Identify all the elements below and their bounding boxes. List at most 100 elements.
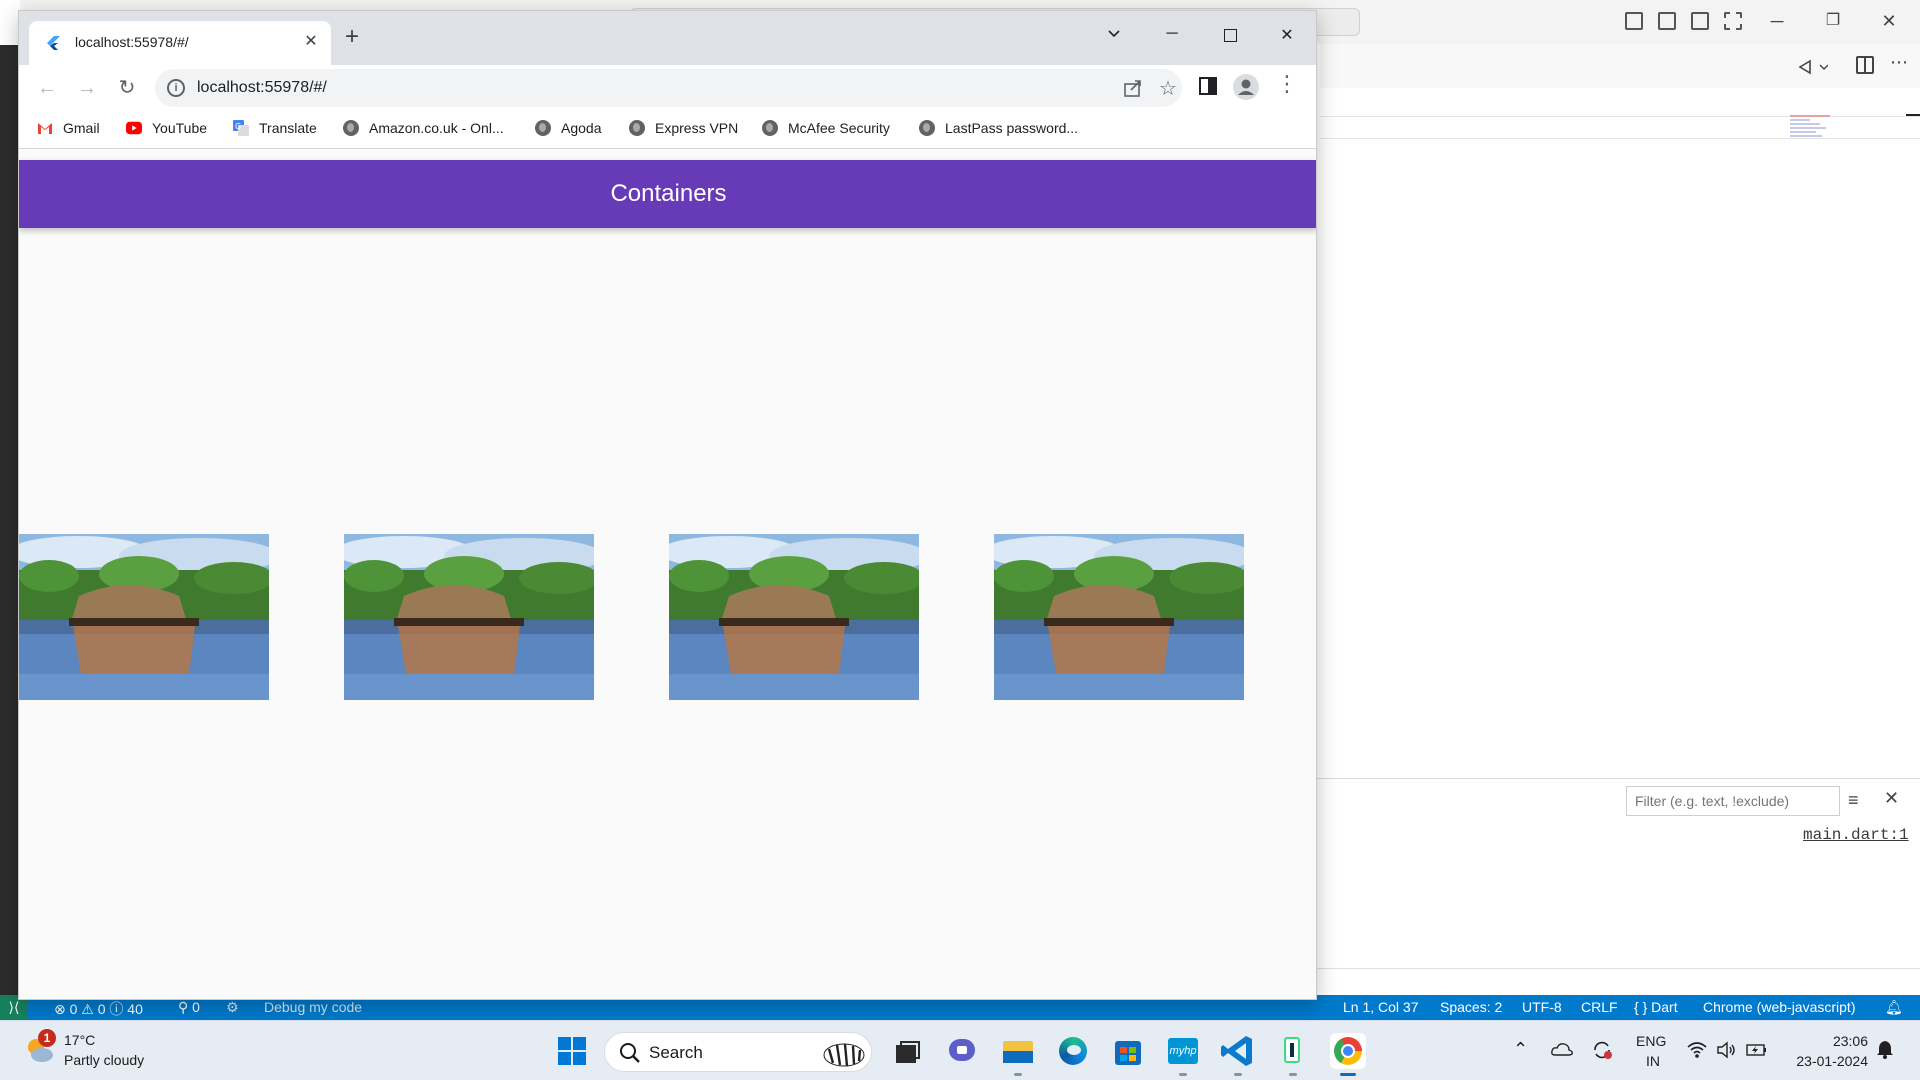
volume-icon[interactable] <box>1716 1041 1738 1059</box>
myhp-icon[interactable]: myhp <box>1165 1033 1201 1069</box>
vscode-restore-icon[interactable]: ❐ <box>1821 10 1845 32</box>
tab-title: localhost:55978/#/ <box>75 34 189 50</box>
reload-icon[interactable]: ↻ <box>115 77 139 101</box>
youtube-icon <box>126 121 142 135</box>
output-source-link[interactable]: main.dart:1 <box>1803 826 1909 844</box>
taskbar-search-box[interactable]: Search <box>604 1032 872 1072</box>
houseboat-photo-4 <box>994 534 1244 700</box>
file-explorer-icon[interactable] <box>1000 1033 1036 1069</box>
houseboat-image-1 <box>19 534 269 700</box>
input-language[interactable]: ENG <box>1636 1033 1666 1049</box>
vscode-activity-bar <box>0 0 20 1000</box>
notification-center-icon[interactable] <box>1876 1039 1894 1059</box>
side-panel-icon[interactable] <box>1199 77 1217 95</box>
chrome-minimize-icon[interactable]: ─ <box>1157 25 1187 49</box>
battery-charging-icon[interactable] <box>1746 1042 1768 1058</box>
houseboat-photo-1 <box>19 534 269 700</box>
split-editor-icon[interactable] <box>1856 56 1874 74</box>
windows-taskbar: 1 17°C Partly cloudy Search myhp ⌃ ENG I… <box>0 1020 1920 1080</box>
onedrive-icon[interactable] <box>1551 1041 1573 1057</box>
bookmark-youtube[interactable]: YouTube <box>126 120 207 136</box>
weather-temperature[interactable]: 17°C <box>64 1032 95 1048</box>
chrome-window: localhost:55978/#/ ✕ + ─ ✕ ← → ↻ i local… <box>18 10 1317 1000</box>
status-debug-session[interactable]: Debug my code <box>264 999 362 1015</box>
houseboat-image-2 <box>344 534 594 700</box>
microsoft-store-icon[interactable] <box>1110 1033 1146 1069</box>
bookmark-gmail[interactable]: Gmail <box>37 120 100 136</box>
chrome-close-icon[interactable]: ✕ <box>1272 25 1302 49</box>
site-info-icon[interactable]: i <box>167 79 185 97</box>
output-filter-input[interactable] <box>1626 786 1840 816</box>
app-body <box>19 228 1316 999</box>
browser-tab[interactable]: localhost:55978/#/ ✕ <box>29 21 331 65</box>
toggle-primary-sidebar-icon[interactable] <box>1625 12 1643 30</box>
share-icon[interactable] <box>1123 78 1143 98</box>
globe-icon <box>535 120 551 136</box>
back-icon[interactable]: ← <box>35 77 59 101</box>
weather-description[interactable]: Partly cloudy <box>64 1052 144 1068</box>
vscode-editor-actions: ⋯ <box>1320 44 1920 88</box>
chrome-toolbar: ← → ↻ i localhost:55978/#/ ☆ ⋮ <box>19 65 1316 111</box>
windows-start-icon[interactable] <box>554 1033 590 1069</box>
houseboat-image-3 <box>669 534 919 700</box>
show-hidden-icons-icon[interactable]: ⌃ <box>1513 1039 1528 1060</box>
app-bar-title: Containers <box>610 180 727 207</box>
status-ports[interactable]: ⚲ 0 <box>178 999 200 1016</box>
address-bar[interactable]: i localhost:55978/#/ ☆ <box>155 69 1182 107</box>
address-url[interactable]: localhost:55978/#/ <box>197 79 327 97</box>
customize-layout-icon[interactable] <box>1724 12 1742 30</box>
input-region[interactable]: IN <box>1646 1053 1660 1069</box>
bookmarks-bar: Gmail YouTube G Translate Amazon.co.uk -… <box>19 111 1316 149</box>
vscode-taskbar-icon[interactable] <box>1220 1033 1256 1069</box>
search-highlight-zebra-icon <box>823 1043 865 1067</box>
vscode-close-icon[interactable]: ✕ <box>1877 10 1901 32</box>
profile-avatar-icon[interactable] <box>1233 74 1259 100</box>
wifi-icon[interactable] <box>1687 1041 1707 1059</box>
bookmark-express-vpn[interactable]: Express VPN <box>629 120 738 136</box>
word-wrap-icon[interactable]: ≡ <box>1848 790 1859 811</box>
globe-icon <box>343 120 359 136</box>
status-cursor-position[interactable]: Ln 1, Col 37 <box>1343 999 1419 1015</box>
task-view-icon[interactable] <box>888 1033 924 1069</box>
sync-status-icon[interactable] <box>1591 1039 1613 1061</box>
chrome-maximize-icon[interactable] <box>1215 25 1245 49</box>
new-tab-icon[interactable]: + <box>345 25 359 49</box>
svg-text:G: G <box>235 122 241 131</box>
chrome-taskbar-icon[interactable] <box>1330 1033 1366 1069</box>
search-icon <box>620 1043 640 1063</box>
notifications-bell-icon[interactable]: 🔔︎ <box>1885 999 1903 1016</box>
status-indentation[interactable]: Spaces: 2 <box>1440 999 1502 1015</box>
teams-chat-icon[interactable] <box>944 1033 980 1069</box>
status-language[interactable]: { } Dart <box>1634 999 1678 1015</box>
tab-search-icon[interactable] <box>1106 25 1122 41</box>
vscode-minimize-icon[interactable]: ─ <box>1765 10 1789 32</box>
flutter-favicon-icon <box>47 36 60 50</box>
bookmark-star-icon[interactable]: ☆ <box>1159 76 1177 101</box>
status-encoding[interactable]: UTF-8 <box>1522 999 1562 1015</box>
houseboat-photo-3 <box>669 534 919 700</box>
toggle-secondary-sidebar-icon[interactable] <box>1691 12 1709 30</box>
android-studio-icon[interactable] <box>1275 1033 1311 1069</box>
clear-output-icon[interactable]: ✕ <box>1884 788 1899 809</box>
bookmark-amazon[interactable]: Amazon.co.uk - Onl... <box>343 120 504 136</box>
bookmark-lastpass[interactable]: LastPass password... <box>919 120 1078 136</box>
status-device[interactable]: Chrome (web-javascript) <box>1703 999 1855 1015</box>
more-actions-icon[interactable]: ⋯ <box>1890 52 1908 73</box>
editor-minimap[interactable] <box>1790 115 1834 151</box>
bookmark-mcafee[interactable]: McAfee Security <box>762 120 890 136</box>
globe-icon <box>919 120 935 136</box>
status-eol[interactable]: CRLF <box>1581 999 1618 1015</box>
clock-date[interactable]: 23-01-2024 <box>1784 1053 1868 1069</box>
chrome-menu-icon[interactable]: ⋮ <box>1276 73 1298 95</box>
bookmark-translate[interactable]: G Translate <box>233 120 317 136</box>
globe-icon <box>629 120 645 136</box>
chrome-tab-strip: localhost:55978/#/ ✕ + ─ ✕ <box>19 11 1316 65</box>
clock-time[interactable]: 23:06 <box>1818 1033 1868 1049</box>
bookmark-agoda[interactable]: Agoda <box>535 120 601 136</box>
status-problems[interactable]: ⊗ 0 ⚠ 0 ⓘ 40 <box>54 999 143 1019</box>
toggle-panel-icon[interactable] <box>1658 12 1676 30</box>
tab-close-icon[interactable]: ✕ <box>301 31 321 51</box>
run-debug-icon[interactable] <box>1798 57 1828 77</box>
edge-browser-icon[interactable] <box>1055 1033 1091 1069</box>
forward-icon[interactable]: → <box>75 77 99 101</box>
